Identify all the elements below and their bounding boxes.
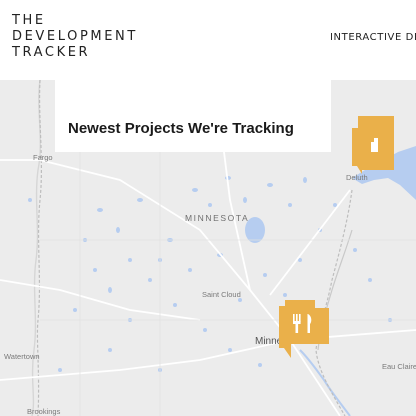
label-duluth: Deluth — [346, 173, 368, 182]
site-header: THE DEVELOPMENT TRACKER INTERACTIVE DEV — [0, 0, 416, 80]
card-title: Newest Projects We're Tracking — [68, 120, 294, 137]
logo-line-1: THE — [12, 13, 46, 28]
fork-knife-icon — [279, 300, 329, 358]
label-minnesota: MINNESOTA — [185, 213, 250, 223]
newest-projects-card: Newest Projects We're Tracking — [55, 80, 331, 152]
label-brookings: Brookings — [27, 407, 61, 416]
mississippi-river — [299, 349, 351, 416]
label-saint-cloud: Saint Cloud — [202, 290, 241, 299]
label-fargo: Fargo — [33, 153, 53, 162]
red-river — [31, 80, 42, 416]
site-logo[interactable]: THE DEVELOPMENT TRACKER — [12, 13, 138, 61]
nav-link-interactive[interactable]: INTERACTIVE DEV — [330, 32, 416, 43]
label-eau-claire: Eau Claire — [382, 362, 416, 371]
logo-line-2: DEVELOPMENT — [12, 29, 138, 44]
label-watertown: Watertown — [4, 352, 40, 361]
logo-line-3: TRACKER — [12, 45, 91, 60]
building-icon — [352, 116, 394, 174]
